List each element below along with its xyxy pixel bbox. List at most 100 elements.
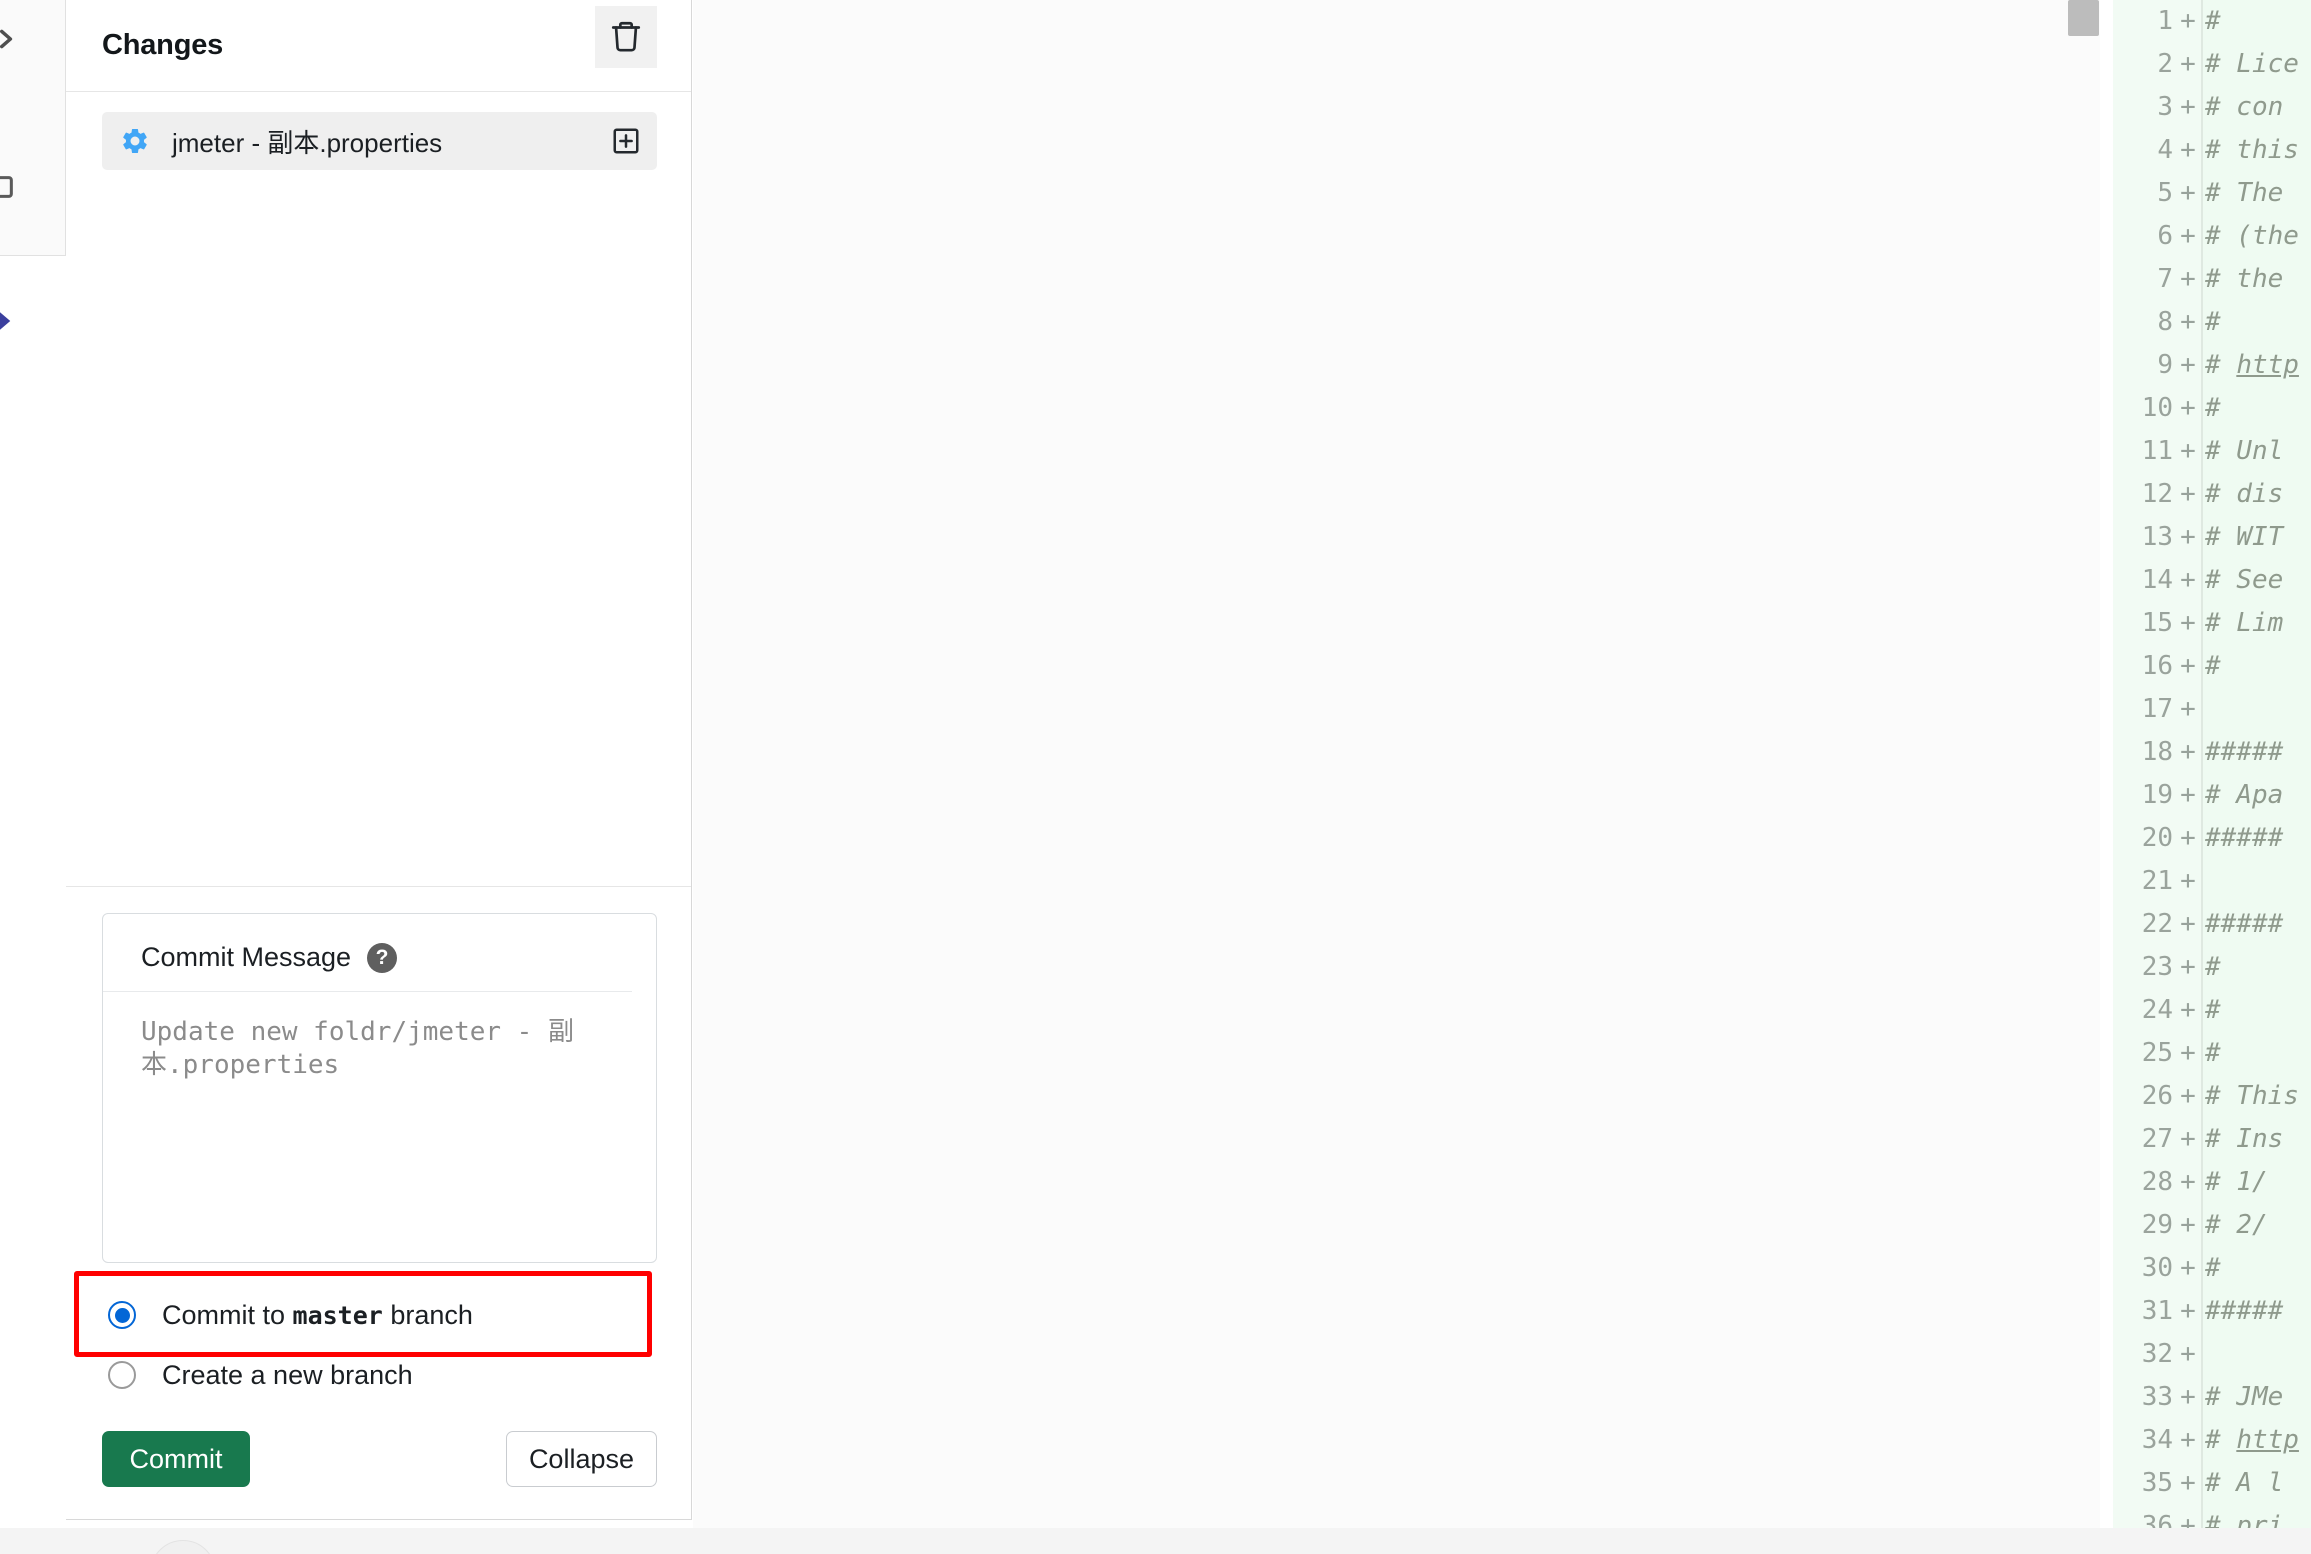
diff-line-text: # Lice	[2201, 43, 2311, 86]
commit-message-box[interactable]: Commit Message ? Update new foldr/jmeter…	[102, 913, 657, 1263]
diff-line-text: # Unl	[2201, 430, 2311, 473]
diff-line-text: # http	[2201, 1419, 2311, 1462]
discard-changes-button[interactable]	[595, 6, 657, 68]
diff-add-marker: +	[2175, 1333, 2201, 1376]
diff-line: 23 + #	[2113, 946, 2311, 989]
gear-icon	[120, 126, 150, 156]
diff-line-text: #	[2201, 989, 2311, 1032]
diff-blank-pane	[693, 0, 2100, 1528]
chevron-right-icon[interactable]	[0, 22, 18, 56]
commit-message-header: Commit Message ?	[103, 914, 632, 992]
diff-line-text: #	[2201, 645, 2311, 688]
left-rail	[0, 0, 66, 256]
diff-line-text: # The	[2201, 172, 2311, 215]
collapse-button[interactable]: Collapse	[505, 1431, 657, 1487]
diff-line: 13 + # WIT	[2113, 516, 2311, 559]
diff-line-text: #	[2201, 387, 2311, 430]
diff-line: 26 + # This	[2113, 1075, 2311, 1118]
diff-line: 35 + # A l	[2113, 1462, 2311, 1505]
diff-line-text: # (the	[2201, 215, 2311, 258]
diff-add-marker: +	[2175, 430, 2201, 473]
diff-line-number: 5	[2113, 172, 2175, 215]
diff-add-marker: +	[2175, 43, 2201, 86]
radio-commit-to-master-label: Commit to master branch	[162, 1299, 473, 1330]
diff-line-number: 7	[2113, 258, 2175, 301]
diff-line-number: 10	[2113, 387, 2175, 430]
diff-line-text: # 1/	[2201, 1161, 2311, 1204]
radio-create-new-branch-label: Create a new branch	[162, 1359, 413, 1390]
diff-line: 16 + #	[2113, 645, 2311, 688]
diff-line-text: # Apa	[2201, 774, 2311, 817]
diff-line-text: # Lim	[2201, 602, 2311, 645]
diff-line-text	[2201, 1333, 2311, 1376]
diff-add-marker: +	[2175, 817, 2201, 860]
diff-line: 6 + # (the	[2113, 215, 2311, 258]
diff-line: 24 + #	[2113, 989, 2311, 1032]
vertical-scrollbar[interactable]	[2066, 0, 2100, 1528]
diff-line-number: 23	[2113, 946, 2175, 989]
diff-add-marker: +	[2175, 1290, 2201, 1333]
diff-line: 17 +	[2113, 688, 2311, 731]
diff-line: 36 + # pri	[2113, 1505, 2311, 1528]
diff-line-number: 30	[2113, 1247, 2175, 1290]
diff-line: 28 + # 1/	[2113, 1161, 2311, 1204]
changed-files-list: jmeter - 副本.properties	[66, 92, 691, 170]
diff-line-number: 16	[2113, 645, 2175, 688]
diff-add-marker: +	[2175, 473, 2201, 516]
diff-add-marker: +	[2175, 645, 2201, 688]
copy-icon[interactable]	[0, 170, 16, 204]
diff-line: 11 + # Unl	[2113, 430, 2311, 473]
diff-add-marker: +	[2175, 1161, 2201, 1204]
diff-line-number: 13	[2113, 516, 2175, 559]
diff-line: 19 + # Apa	[2113, 774, 2311, 817]
diff-line-number: 31	[2113, 1290, 2175, 1333]
diff-add-marker: +	[2175, 989, 2201, 1032]
commit-message-label: Commit Message	[141, 942, 352, 972]
radio-unselected-icon[interactable]	[108, 1361, 136, 1389]
diff-line-number: 22	[2113, 903, 2175, 946]
diff-line-number: 34	[2113, 1419, 2175, 1462]
vertical-scroll-thumb[interactable]	[2068, 0, 2099, 36]
diff-line-text: # http	[2201, 344, 2311, 387]
diff-line-text: # the	[2201, 258, 2311, 301]
diff-content-pane[interactable]: 1 + #2 + # Lice 3 + # con 4 + # this 5 + # The 6 + # (t…	[2113, 0, 2311, 1528]
diff-line-text: #####	[2201, 817, 2311, 860]
commit-area: Commit Message ? Update new foldr/jmeter…	[66, 886, 691, 1519]
commit-button[interactable]: Commit	[102, 1431, 250, 1487]
diff-line: 21 +	[2113, 860, 2311, 903]
radio-create-new-branch[interactable]: Create a new branch	[102, 1345, 657, 1405]
diff-line-text: # WIT	[2201, 516, 2311, 559]
diff-line-number: 1	[2113, 0, 2175, 43]
diff-add-marker: +	[2175, 1376, 2201, 1419]
diff-add-marker: +	[2175, 301, 2201, 344]
diff-line-text	[2201, 860, 2311, 903]
radio-commit-to-master[interactable]: Commit to master branch	[102, 1285, 657, 1345]
diff-add-marker: +	[2175, 1505, 2201, 1528]
diff-line-number: 2	[2113, 43, 2175, 86]
radio-selected-icon[interactable]	[108, 1301, 136, 1329]
question-mark-icon[interactable]: ?	[367, 942, 398, 973]
diff-add-marker: +	[2175, 860, 2201, 903]
diff-line-text: #	[2201, 301, 2311, 344]
diff-line-number: 33	[2113, 1376, 2175, 1419]
plus-square-icon[interactable]	[611, 126, 641, 156]
diff-line: 7 + # the	[2113, 258, 2311, 301]
diff-line-text: # This	[2201, 1075, 2311, 1118]
page-title: Changes	[102, 29, 224, 61]
diff-line: 9 + # http	[2113, 344, 2311, 387]
diff-line: 8 + #	[2113, 301, 2311, 344]
diff-line-number: 27	[2113, 1118, 2175, 1161]
commit-message-input[interactable]: Update new foldr/jmeter - 副本.properties	[103, 992, 656, 1262]
diff-line-number: 9	[2113, 344, 2175, 387]
diff-line-number: 3	[2113, 86, 2175, 129]
diff-add-marker: +	[2175, 688, 2201, 731]
list-item[interactable]: jmeter - 副本.properties	[102, 112, 657, 170]
diff-add-marker: +	[2175, 258, 2201, 301]
diff-line-text: # pri	[2201, 1505, 2311, 1528]
diff-add-marker: +	[2175, 1118, 2201, 1161]
diff-line-number: 4	[2113, 129, 2175, 172]
diff-line-number: 8	[2113, 301, 2175, 344]
app-root: Changes jmeter - 副本.properties Commit Me…	[0, 0, 2311, 1554]
diff-add-marker: +	[2175, 86, 2201, 129]
diff-line-number: 32	[2113, 1333, 2175, 1376]
